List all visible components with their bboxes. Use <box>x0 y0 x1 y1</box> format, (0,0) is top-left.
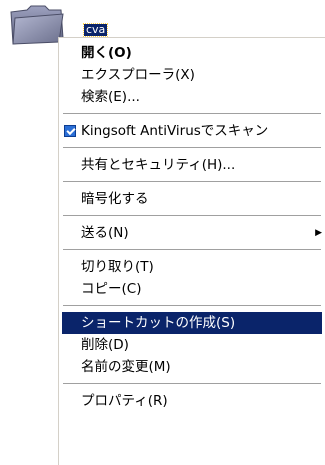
menu-item-4[interactable]: Kingsoft AntiVirusでスキャン <box>62 120 322 142</box>
menu-item-label: コピー(C) <box>81 281 142 297</box>
menu-item-17[interactable]: 名前の変更(M) <box>62 356 322 378</box>
menu-item-6[interactable]: 共有とセキュリティ(H)... <box>62 154 322 176</box>
menu-item-16[interactable]: 削除(D) <box>62 334 322 356</box>
menu-item-10[interactable]: 送る(N) ▶ <box>62 222 322 244</box>
menu-separator <box>62 210 322 222</box>
menu-item-15[interactable]: ショートカットの作成(S) <box>62 312 322 334</box>
menu-item-label: 削除(D) <box>81 337 129 353</box>
kingsoft-antivirus-icon <box>64 125 76 137</box>
context-menu: 開く(O) エクスプローラ(X) 検索(E)... Kingsoft AntiViru… <box>58 37 325 465</box>
menu-item-0[interactable]: 開く(O) <box>62 42 322 64</box>
submenu-arrow-icon: ▶ <box>315 228 322 238</box>
folder-name-label[interactable]: cva <box>82 23 109 37</box>
menu-item-label: 名前の変更(M) <box>81 359 171 375</box>
menu-item-label: 検索(E)... <box>81 89 140 105</box>
menu-item-12[interactable]: 切り取り(T) <box>62 256 322 278</box>
menu-item-label: エクスプローラ(X) <box>81 67 195 83</box>
menu-item-13[interactable]: コピー(C) <box>62 278 322 300</box>
menu-separator <box>62 244 322 256</box>
menu-item-label: 送る(N) <box>81 225 129 241</box>
menu-item-19[interactable]: プロパティ(R) <box>62 390 322 412</box>
menu-item-label: 暗号化する <box>81 191 149 207</box>
menu-separator <box>62 378 322 390</box>
folder-icon[interactable] <box>9 4 65 46</box>
menu-item-2[interactable]: 検索(E)... <box>62 86 322 108</box>
menu-separator <box>62 176 322 188</box>
menu-item-label: Kingsoft AntiVirusでスキャン <box>81 123 269 139</box>
menu-separator <box>62 300 322 312</box>
desktop: cva 開く(O) エクスプローラ(X) 検索(E)... Kingsoft Anti… <box>0 0 325 465</box>
menu-item-1[interactable]: エクスプローラ(X) <box>62 64 322 86</box>
menu-separator <box>62 142 322 154</box>
menu-item-label: 切り取り(T) <box>81 259 154 275</box>
menu-item-label: 開く(O) <box>81 45 132 61</box>
menu-item-label: 共有とセキュリティ(H)... <box>81 157 236 173</box>
menu-separator <box>62 108 322 120</box>
menu-item-label: プロパティ(R) <box>81 393 168 409</box>
menu-item-8[interactable]: 暗号化する <box>62 188 322 210</box>
menu-item-label: ショートカットの作成(S) <box>81 315 236 331</box>
